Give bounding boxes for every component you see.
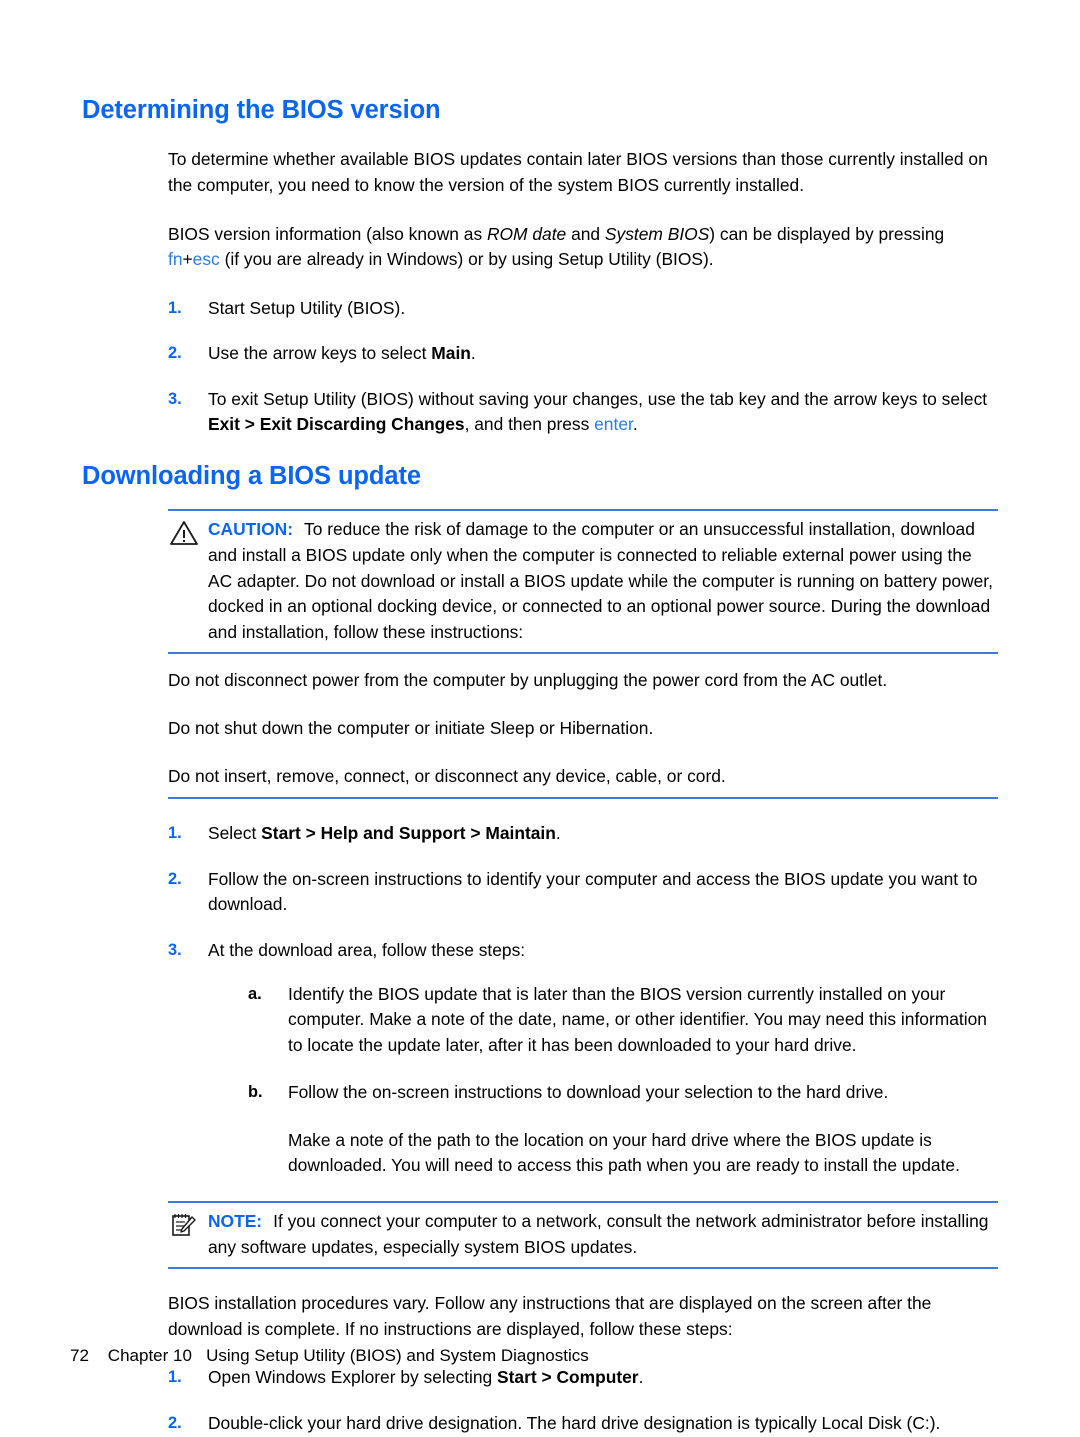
key-fn: fn — [168, 249, 183, 270]
notepad-pencil-icon — [169, 1211, 199, 1239]
list-marker: 1. — [168, 824, 182, 843]
list-item-text-post: . — [638, 1367, 644, 1388]
para2-italic-system-bios: System BIOS — [604, 223, 710, 244]
list-item-text-post: . — [470, 343, 476, 364]
caution-line: Do not shut down the computer or initiat… — [168, 717, 654, 738]
list-item-text-mid: , and then press — [464, 414, 595, 435]
paragraph-bios-version-info: BIOS version information (also known as … — [168, 222, 998, 273]
ordered-list-bios-version-steps: 1. Start Setup Utility (BIOS). 2. Use th… — [168, 296, 998, 438]
list-item-text-pre: To exit Setup Utility (BIOS) without sav… — [208, 388, 988, 409]
list-marker: 3. — [168, 389, 182, 408]
list-marker: 2. — [168, 344, 182, 363]
key-esc: esc — [192, 249, 220, 270]
caution-label: CAUTION: — [208, 519, 294, 540]
page-content: Determining the BIOS version To determin… — [82, 96, 998, 1437]
page-footer: 72 Chapter 10 Using Setup Utility (BIOS)… — [70, 1346, 589, 1365]
list-item-text: Follow the on-screen instructions to ide… — [208, 868, 978, 915]
para2-part2: and — [566, 223, 605, 244]
list-item-text-bold: Start > Computer — [497, 1367, 639, 1388]
paragraph-installation-procedures: BIOS installation procedures vary. Follo… — [168, 1293, 932, 1339]
para2-part3: ) can be displayed by pressing — [709, 223, 945, 244]
list-marker: 2. — [168, 1414, 182, 1433]
para2-part1: BIOS version information (also known as — [168, 223, 487, 244]
key-enter: enter — [594, 414, 633, 435]
list-item-text: Double-click your hard drive designation… — [208, 1413, 941, 1434]
note-box: NOTE: If you connect your computer to a n… — [168, 1201, 998, 1270]
caution-bottom-rule — [168, 797, 998, 800]
caution-instruction-lines: Do not disconnect power from the compute… — [168, 668, 998, 789]
warning-triangle-icon — [169, 519, 199, 547]
list-item: 1. Select Start > Help and Support > Mai… — [168, 821, 998, 847]
list-marker: 1. — [168, 1368, 182, 1387]
list-item-text-post: . — [632, 414, 638, 435]
list-item: 1. Open Windows Explorer by selecting St… — [168, 1365, 998, 1391]
list-item-text-bold: Main — [431, 343, 471, 364]
sublist-item: b. Follow the on-screen instructions to … — [248, 1080, 998, 1179]
caution-line: Do not disconnect power from the compute… — [168, 670, 888, 691]
page-title-determining-bios-version: Determining the BIOS version — [82, 96, 441, 124]
caution-body: CAUTION: To reduce the risk of damage to … — [168, 517, 998, 645]
download-steps-block: 1. Select Start > Help and Support > Mai… — [168, 821, 998, 1179]
para2-italic-rom-date: ROM date — [486, 223, 567, 244]
list-item-text: Start Setup Utility (BIOS). — [208, 297, 406, 318]
intro-block: To determine whether available BIOS upda… — [168, 147, 998, 438]
ordered-sublist-download-area: a. Identify the BIOS update that is late… — [248, 982, 998, 1180]
list-marker: 3. — [168, 940, 182, 959]
list-marker: 1. — [168, 298, 182, 317]
caution-text: To reduce the risk of damage to the comp… — [208, 519, 993, 642]
list-marker: 2. — [168, 869, 182, 888]
list-item: 2. Use the arrow keys to select Main. — [168, 341, 998, 367]
paragraph-determine-version: To determine whether available BIOS upda… — [168, 149, 988, 195]
ordered-list-download-steps: 1. Select Start > Help and Support > Mai… — [168, 821, 998, 1179]
list-item: 3. To exit Setup Utility (BIOS) without … — [168, 387, 998, 438]
list-item-text-bold: Start > Help and Support > Maintain — [261, 823, 556, 844]
list-item-text-pre: Select — [208, 823, 262, 844]
sublist-item-extra-text: Make a note of the path to the location … — [288, 1129, 960, 1176]
list-item-text-bold: Exit > Exit Discarding Changes — [208, 414, 465, 435]
list-item: 1. Start Setup Utility (BIOS). — [168, 296, 998, 322]
para2-part4: (if you are already in Windows) or by us… — [219, 249, 714, 270]
list-item: 2. Follow the on-screen instructions to … — [168, 867, 998, 918]
ordered-list-install-steps: 1. Open Windows Explorer by selecting St… — [168, 1365, 998, 1437]
list-item-text-pre: Use the arrow keys to select — [208, 343, 432, 364]
caution-box: CAUTION: To reduce the risk of damage to … — [168, 509, 998, 655]
document-page: Determining the BIOS version To determin… — [0, 0, 1080, 1437]
key-plus: + — [182, 249, 193, 270]
list-item-text-pre: Open Windows Explorer by selecting — [208, 1367, 498, 1388]
list-item: 3. At the download area, follow these st… — [168, 938, 998, 1179]
sublist-item-text: Identify the BIOS update that is later t… — [288, 983, 987, 1055]
sublist-marker: b. — [248, 1083, 263, 1102]
note-label: NOTE: — [208, 1211, 263, 1232]
list-item-text-post: . — [555, 823, 561, 844]
caution-line: Do not insert, remove, connect, or disco… — [168, 765, 726, 786]
sublist-item-text: Follow the on-screen instructions to dow… — [288, 1082, 889, 1103]
note-text: If you connect your computer to a networ… — [208, 1211, 989, 1257]
page-title-downloading-bios-update: Downloading a BIOS update — [82, 462, 421, 491]
sublist-item: a. Identify the BIOS update that is late… — [248, 982, 998, 1059]
note-body: NOTE: If you connect your computer to a n… — [168, 1209, 998, 1260]
sublist-marker: a. — [248, 984, 262, 1003]
list-item: 2. Double-click your hard drive designat… — [168, 1411, 998, 1437]
list-item-text: At the download area, follow these steps… — [208, 939, 526, 960]
